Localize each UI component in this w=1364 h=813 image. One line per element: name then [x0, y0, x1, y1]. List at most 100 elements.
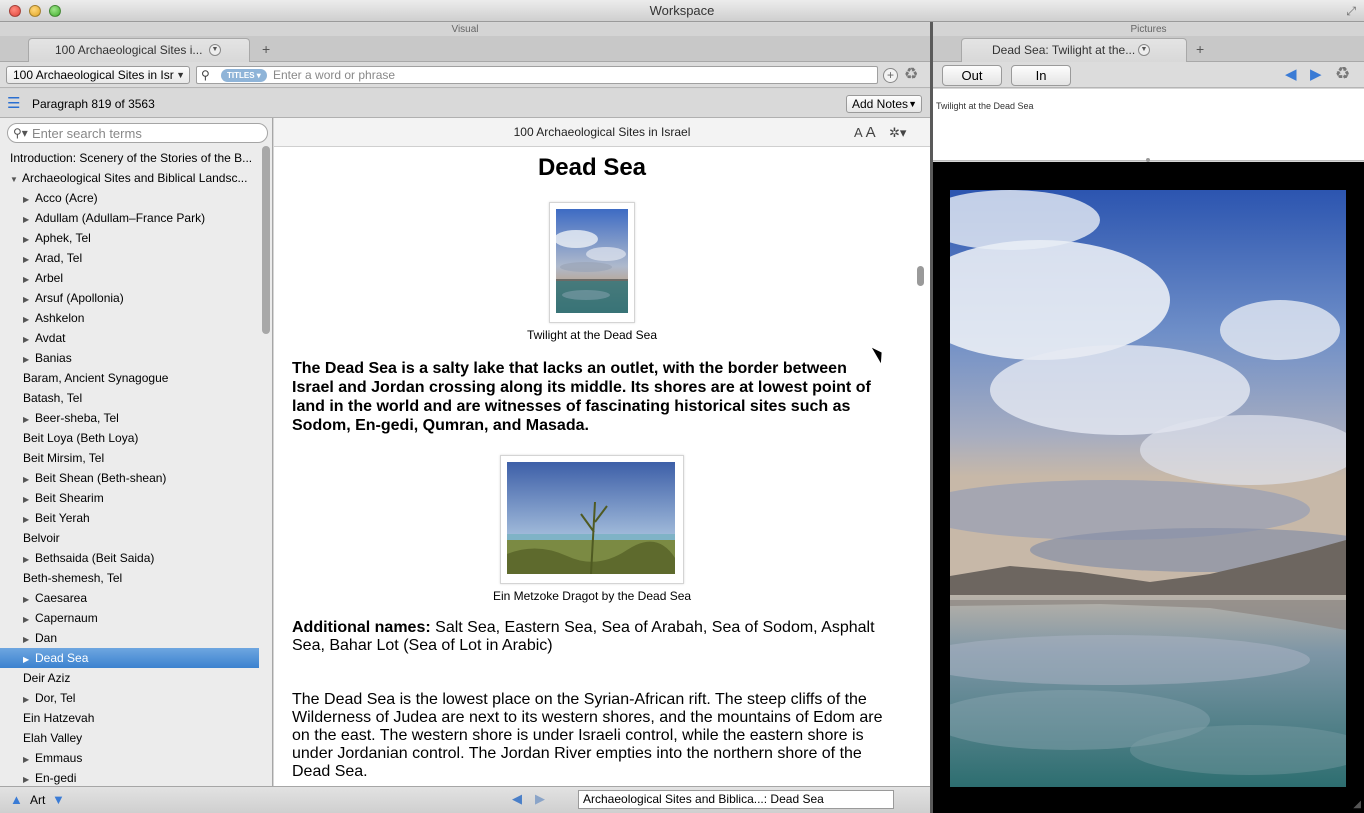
disclosure-closed-icon[interactable]: ▶ — [23, 230, 35, 248]
sync-recycle-icon[interactable]: ♻ — [904, 66, 918, 84]
triangle-up-icon[interactable]: ▲ — [10, 792, 23, 807]
toc-scrollbar[interactable] — [261, 146, 271, 786]
toc-item-label: Baram, Ancient Synagogue — [23, 371, 169, 385]
toc-item[interactable]: Ein Hatzevah — [0, 708, 259, 728]
reader-scroll-thumb[interactable] — [917, 266, 924, 286]
toc-item[interactable]: ▶ Dead Sea — [0, 648, 259, 668]
toc-item[interactable]: ▶ En-gedi — [0, 768, 259, 786]
disclosure-closed-icon[interactable]: ▶ — [23, 290, 35, 308]
add-notes-button[interactable]: Add Notes ▼ — [846, 95, 922, 113]
tab-menu-chevron-icon[interactable]: ▼ — [209, 44, 221, 56]
disclosure-closed-icon[interactable]: ▶ — [23, 410, 35, 428]
book-select[interactable]: 100 Archaeological Sites in Isr ▼ — [6, 66, 190, 84]
disclosure-closed-icon[interactable]: ▶ — [23, 630, 35, 648]
tab-dead-sea-twilight[interactable]: Dead Sea: Twilight at the... ▼ — [961, 38, 1187, 62]
toc-search-input[interactable] — [32, 126, 262, 140]
toc-item[interactable]: ▶ Banias — [0, 348, 259, 368]
resize-grip-icon[interactable]: ◢ — [1353, 799, 1361, 810]
toc-item[interactable]: Beit Loya (Beth Loya) — [0, 428, 259, 448]
location-field[interactable]: Archaeological Sites and Biblica...: Dea… — [578, 790, 894, 809]
toc-item[interactable]: ▶ Acco (Acre) — [0, 188, 259, 208]
disclosure-closed-icon[interactable]: ▶ — [23, 250, 35, 268]
minimize-window-button[interactable] — [29, 5, 41, 17]
disclosure-closed-icon[interactable]: ▶ — [23, 650, 35, 668]
disclosure-closed-icon[interactable]: ▶ — [23, 330, 35, 348]
sync-recycle-icon[interactable]: ♻ — [1335, 64, 1350, 84]
disclosure-closed-icon[interactable]: ▶ — [23, 750, 35, 768]
disclosure-closed-icon[interactable]: ▶ — [23, 210, 35, 228]
toc-item[interactable]: ▶ Beit Shearim — [0, 488, 259, 508]
toc-item[interactable]: ▶ Beit Yerah — [0, 508, 259, 528]
disclosure-closed-icon[interactable]: ▶ — [23, 270, 35, 288]
paragraph-bar: ☰ Paragraph 819 of 3563 Add Notes ▼ — [0, 89, 930, 118]
gear-icon[interactable]: ✲▾ — [889, 118, 906, 147]
toc-item[interactable]: ▶ Beit Shean (Beth-shean) — [0, 468, 259, 488]
toc-item[interactable]: ▶ Arbel — [0, 268, 259, 288]
add-search-icon[interactable]: + — [883, 68, 898, 83]
zoom-out-button[interactable]: Out — [942, 65, 1002, 86]
toc-item[interactable]: ▶ Adullam (Adullam–France Park) — [0, 208, 259, 228]
picture-viewer: ◢ — [933, 162, 1364, 813]
disclosure-closed-icon[interactable]: ▶ — [23, 770, 35, 786]
toc-item[interactable]: Baram, Ancient Synagogue — [0, 368, 259, 388]
forward-arrow-icon[interactable]: ▶ — [535, 791, 545, 807]
new-tab-plus-icon[interactable]: + — [262, 42, 270, 56]
disclosure-closed-icon[interactable]: ▶ — [23, 550, 35, 568]
search-icon[interactable]: ⚲ — [201, 68, 210, 82]
picture-caption-area: Twilight at the Dead Sea — [933, 89, 1364, 161]
disclosure-closed-icon[interactable]: ▶ — [23, 350, 35, 368]
toc-search-field[interactable]: ⚲▾ — [7, 123, 268, 143]
toc-item[interactable]: ▶ Emmaus — [0, 748, 259, 768]
toc-item[interactable]: ▶ Arsuf (Apollonia) — [0, 288, 259, 308]
toc-item[interactable]: ▶ Ashkelon — [0, 308, 259, 328]
font-size-icon[interactable]: A A — [854, 118, 876, 147]
disclosure-closed-icon[interactable]: ▶ — [23, 190, 35, 208]
toc-item[interactable]: ▶ Arad, Tel — [0, 248, 259, 268]
toc-item[interactable]: ▶ Dan — [0, 628, 259, 648]
dead-sea-twilight-photo[interactable] — [950, 190, 1346, 787]
bottom-bar-label: Art — [30, 793, 46, 807]
toc-item[interactable]: ▶ Beer-sheba, Tel — [0, 408, 259, 428]
toc-item[interactable]: Beth-shemesh, Tel — [0, 568, 259, 588]
disclosure-closed-icon[interactable]: ▶ — [23, 510, 35, 528]
figure-ein-metzoke[interactable] — [500, 455, 684, 584]
new-tab-plus-icon[interactable]: + — [1196, 42, 1204, 56]
toc-item[interactable]: Belvoir — [0, 528, 259, 548]
close-window-button[interactable] — [9, 5, 21, 17]
disclosure-closed-icon[interactable]: ▶ — [23, 310, 35, 328]
disclosure-closed-icon[interactable]: ▶ — [23, 690, 35, 708]
triangle-down-icon[interactable]: ▼ — [52, 792, 65, 807]
disclosure-closed-icon[interactable]: ▶ — [23, 590, 35, 608]
toc-item[interactable]: Batash, Tel — [0, 388, 259, 408]
disclosure-closed-icon[interactable]: ▶ — [23, 490, 35, 508]
toc-list-icon[interactable]: ☰ — [7, 96, 20, 111]
disclosure-open-icon[interactable]: ▼ — [10, 170, 22, 188]
disclosure-closed-icon[interactable]: ▶ — [23, 470, 35, 488]
back-arrow-icon[interactable]: ◀ — [1285, 65, 1297, 83]
search-input[interactable] — [273, 68, 863, 82]
toc-item[interactable]: Introduction: Scenery of the Stories of … — [0, 148, 259, 168]
zoom-window-button[interactable] — [49, 5, 61, 17]
figure-twilight[interactable] — [549, 202, 635, 323]
toc-item[interactable]: ▶ Caesarea — [0, 588, 259, 608]
back-arrow-icon[interactable]: ◀ — [512, 791, 522, 807]
zoom-in-button[interactable]: In — [1011, 65, 1071, 86]
fullscreen-icon[interactable]: ⤢ — [1346, 4, 1356, 18]
toc-item[interactable]: ▶ Dor, Tel — [0, 688, 259, 708]
disclosure-closed-icon[interactable]: ▶ — [23, 610, 35, 628]
toc-item[interactable]: Deir Aziz — [0, 668, 259, 688]
toc-item[interactable]: ▶ Avdat — [0, 328, 259, 348]
tab-100-archaeological-sites[interactable]: 100 Archaeological Sites i... ▼ — [28, 38, 250, 62]
search-scope-pill[interactable]: TITLES ▾ — [221, 69, 267, 82]
toc-item[interactable]: Beit Mirsim, Tel — [0, 448, 259, 468]
toc-item[interactable]: ▼ Archaeological Sites and Biblical Lands… — [0, 168, 259, 188]
toc-item[interactable]: ▶ Aphek, Tel — [0, 228, 259, 248]
toc-item[interactable]: Elah Valley — [0, 728, 259, 748]
search-field[interactable]: ⚲ TITLES ▾ — [196, 66, 878, 84]
forward-arrow-icon[interactable]: ▶ — [1310, 65, 1322, 83]
toc-item[interactable]: ▶ Bethsaida (Beit Saida) — [0, 548, 259, 568]
tab-label: Dead Sea: Twilight at the... — [992, 43, 1136, 57]
toc-item[interactable]: ▶ Capernaum — [0, 608, 259, 628]
toc-scroll-thumb[interactable] — [262, 146, 270, 334]
tab-menu-chevron-icon[interactable]: ▼ — [1138, 44, 1150, 56]
